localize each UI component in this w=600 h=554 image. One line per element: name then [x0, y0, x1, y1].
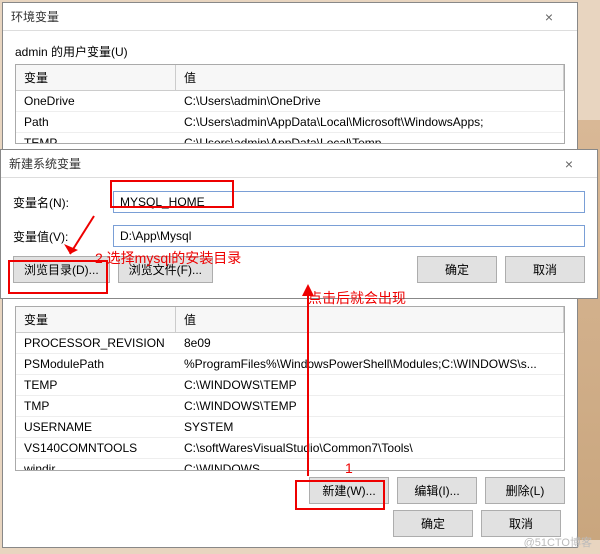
- delete-sysvar-button[interactable]: 删除(L): [485, 477, 565, 504]
- var-value-label: 变量值(V):: [13, 228, 113, 245]
- table-row[interactable]: windirC:\WINDOWS: [16, 459, 564, 471]
- dialog-cancel-button[interactable]: 取消: [505, 256, 585, 283]
- env-vars-titlebar: 环境变量 ×: [3, 3, 577, 31]
- table-row[interactable]: TMPC:\WINDOWS\TEMP: [16, 396, 564, 417]
- edit-sysvar-button[interactable]: 编辑(I)...: [397, 477, 477, 504]
- table-row[interactable]: TEMPC:\WINDOWS\TEMP: [16, 375, 564, 396]
- new-sysvar-button[interactable]: 新建(W)...: [309, 477, 389, 504]
- table-row[interactable]: PathC:\Users\admin\AppData\Local\Microso…: [16, 112, 564, 133]
- new-sysvar-title: 新建系统变量: [9, 155, 549, 172]
- col-value: 值: [176, 65, 564, 90]
- table-row[interactable]: USERNAMESYSTEM: [16, 417, 564, 438]
- var-name-label: 变量名(N):: [13, 194, 113, 211]
- col-value: 值: [176, 307, 564, 332]
- user-vars-table[interactable]: 变量 值 OneDriveC:\Users\admin\OneDrivePath…: [15, 64, 565, 144]
- sys-vars-table[interactable]: 变量 值 PROCESSOR_REVISION8e09PSModulePath%…: [15, 306, 565, 471]
- table-row[interactable]: OneDriveC:\Users\admin\OneDrive: [16, 91, 564, 112]
- col-variable: 变量: [16, 307, 176, 332]
- table-row[interactable]: VS140COMNTOOLSC:\softWaresVisualStudio\C…: [16, 438, 564, 459]
- env-cancel-button[interactable]: 取消: [481, 510, 561, 537]
- new-sysvar-dialog: 新建系统变量 × 变量名(N): 变量值(V): 浏览目录(D)... 浏览文件…: [0, 149, 598, 299]
- env-vars-title: 环境变量: [11, 8, 529, 25]
- close-icon[interactable]: ×: [529, 9, 569, 25]
- browse-dir-button[interactable]: 浏览目录(D)...: [13, 256, 110, 283]
- new-sysvar-titlebar: 新建系统变量 ×: [1, 150, 597, 178]
- user-vars-label: admin 的用户变量(U): [15, 43, 577, 60]
- browse-file-button[interactable]: 浏览文件(F)...: [118, 256, 213, 283]
- close-icon[interactable]: ×: [549, 156, 589, 172]
- table-row[interactable]: PSModulePath%ProgramFiles%\WindowsPowerS…: [16, 354, 564, 375]
- var-name-input[interactable]: [113, 191, 585, 213]
- var-value-input[interactable]: [113, 225, 585, 247]
- col-variable: 变量: [16, 65, 176, 90]
- watermark: @51CTO博客: [524, 534, 592, 550]
- table-row[interactable]: TEMPC:\Users\admin\AppData\Local\Temp: [16, 133, 564, 144]
- env-ok-button[interactable]: 确定: [393, 510, 473, 537]
- table-row[interactable]: PROCESSOR_REVISION8e09: [16, 333, 564, 354]
- dialog-ok-button[interactable]: 确定: [417, 256, 497, 283]
